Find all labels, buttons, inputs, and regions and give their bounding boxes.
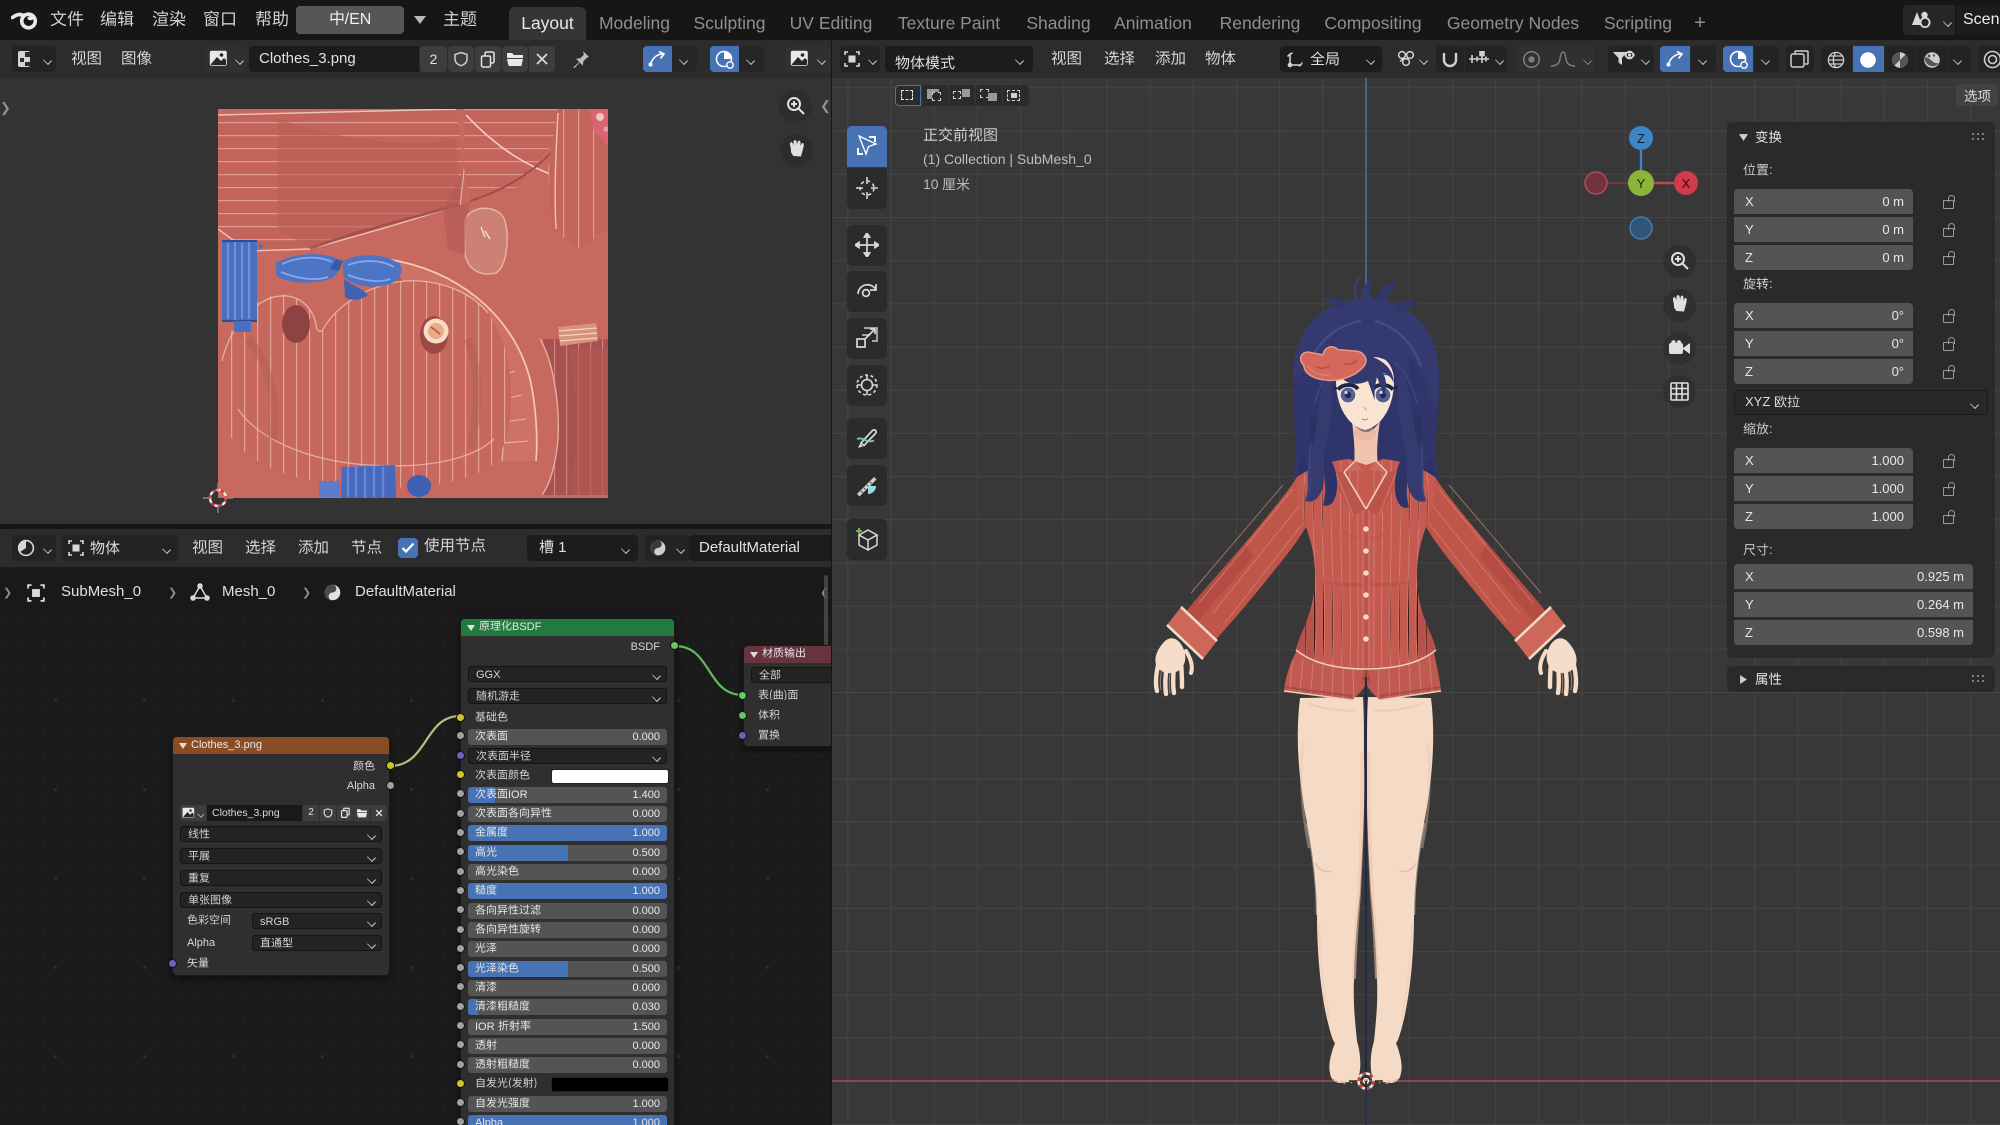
svg-text:Z: Z: [1637, 131, 1645, 146]
svg-text:X: X: [1682, 176, 1691, 191]
svg-text:Y: Y: [1637, 176, 1646, 191]
